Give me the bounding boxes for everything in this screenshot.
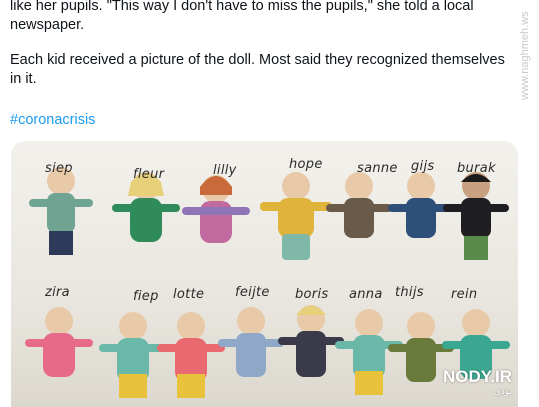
doll-name: hope: [289, 157, 323, 172]
tweet-line-2: newspaper.: [10, 17, 85, 33]
doll-name: gijs: [411, 159, 435, 174]
corner-watermark-subtext: نودی: [493, 386, 512, 396]
doll-name: zira: [45, 285, 70, 300]
side-watermark: www.naghmeh.ws: [519, 11, 531, 100]
tweet-paragraph-2: Each kid received a picture of the doll.…: [10, 52, 505, 87]
doll-name: lotte: [173, 287, 205, 302]
doll-name: fleur: [133, 167, 165, 182]
corner-watermark: NODY.IR نودی: [443, 368, 512, 399]
doll-name: thijs: [395, 285, 424, 300]
tweet-photo[interactable]: siep fleur lilly hope sanne gijs burak z…: [11, 141, 518, 407]
doll-name: sanne: [357, 161, 398, 176]
doll-name: fiep: [133, 289, 159, 304]
doll-name: lilly: [213, 163, 237, 178]
doll-row-1: [29, 167, 509, 260]
tweet-body: like her pupils. "This way I don't have …: [10, 0, 515, 89]
knitted-dolls-image: [25, 167, 510, 398]
doll-name: burak: [457, 161, 496, 176]
doll-name: rein: [451, 287, 478, 302]
doll-name: feijte: [235, 285, 270, 300]
doll-name: boris: [295, 287, 329, 302]
tweet-line-1: like her pupils. "This way I don't have …: [10, 0, 474, 14]
hashtag-link[interactable]: #coronacrisis: [10, 112, 95, 128]
doll-name: siep: [45, 161, 73, 176]
doll-name: anna: [349, 287, 383, 302]
doll-row-2: [25, 305, 510, 398]
